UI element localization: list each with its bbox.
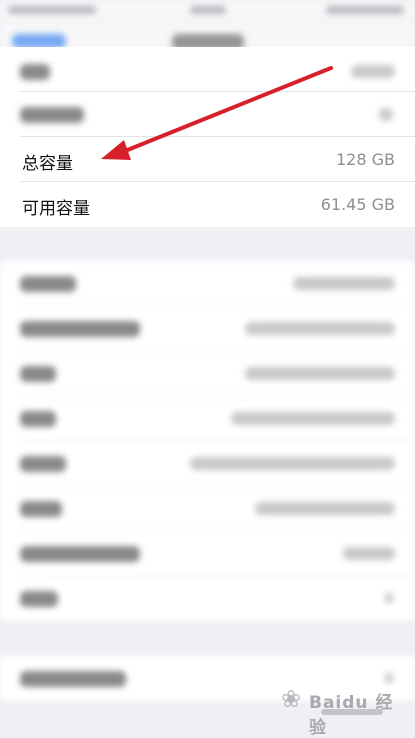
back-button[interactable]	[12, 34, 66, 48]
network-info-group	[0, 261, 415, 621]
total-capacity-value: 128 GB	[336, 150, 395, 169]
paw-icon: ❀	[281, 685, 302, 713]
blurred-row	[0, 306, 415, 351]
blurred-row	[0, 351, 415, 396]
blurred-row	[0, 486, 415, 531]
blurred-row	[0, 531, 415, 576]
available-capacity-value: 61.45 GB	[320, 195, 395, 214]
blurred-row	[0, 441, 415, 486]
available-capacity-label: 可用容量	[22, 199, 90, 219]
blurred-row	[0, 261, 415, 306]
total-capacity-row: 总容量 128 GB	[0, 137, 415, 182]
blurred-row	[0, 396, 415, 441]
status-bar	[0, 0, 415, 22]
baidu-watermark: ❀ Baidu 经验	[281, 684, 401, 738]
total-capacity-label: 总容量	[22, 154, 73, 174]
available-capacity-row: 可用容量 61.45 GB	[0, 182, 415, 227]
blurred-row	[0, 92, 415, 137]
device-info-group: 总容量 128 GB 可用容量 61.45 GB	[0, 47, 415, 227]
blurred-row[interactable]	[0, 576, 415, 621]
clock	[190, 6, 226, 14]
battery-indicator	[326, 6, 404, 14]
blurred-row	[0, 47, 415, 92]
carrier-signal	[8, 6, 96, 14]
